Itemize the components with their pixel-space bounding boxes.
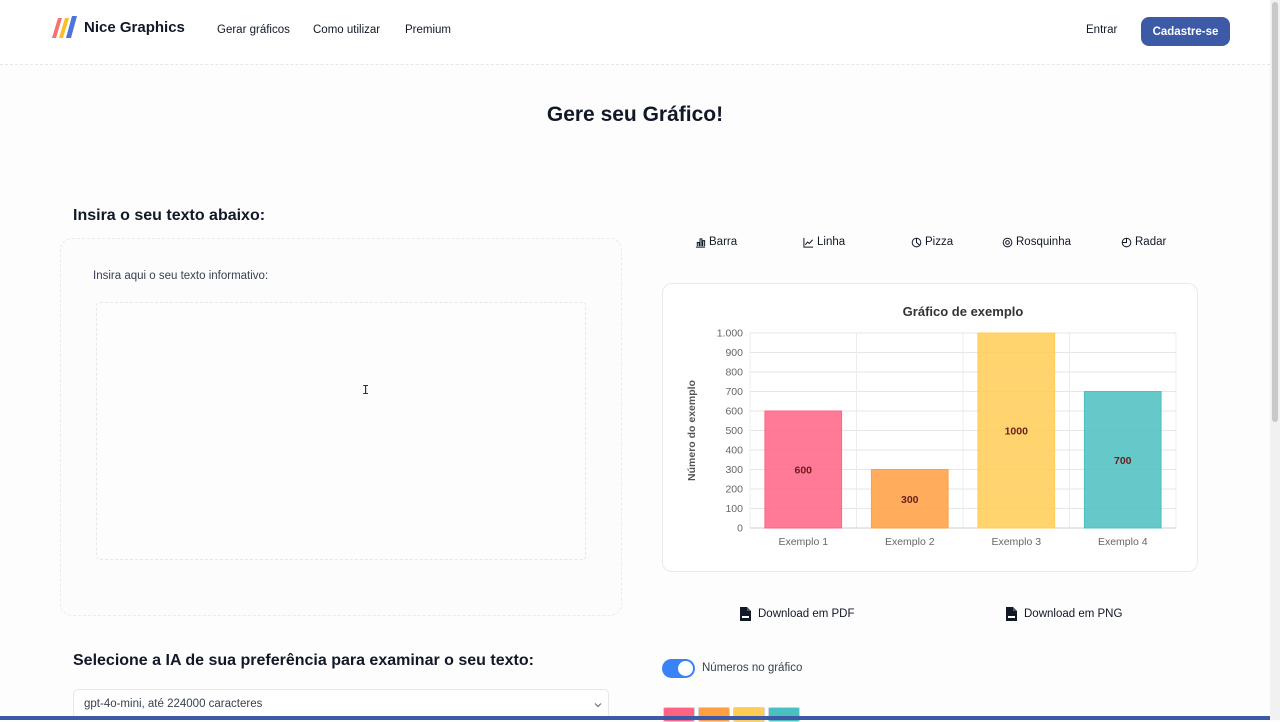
download-png-label: Download em PNG	[1024, 608, 1123, 620]
y-tick-label: 100	[725, 503, 743, 515]
tab-radar-label: Radar	[1135, 236, 1167, 248]
nav-link-premium[interactable]: Premium	[405, 24, 451, 36]
text-section-heading: Insira o seu texto abaixo:	[73, 207, 266, 224]
ai-section-heading: Selecione a IA de sua preferência para e…	[73, 652, 534, 669]
login-button[interactable]: Entrar	[1086, 24, 1117, 36]
pdf-file-icon	[740, 607, 751, 621]
chart-title: Gráfico de exemplo	[903, 304, 1024, 319]
chevron-down-icon	[594, 703, 602, 708]
bar-chart: Gráfico de exemplo Número do exemplo 0 100 2…	[686, 304, 1177, 548]
tab-pizza-label: Pizza	[925, 236, 954, 248]
tab-radar[interactable]: Radar	[1121, 236, 1166, 248]
bar-data-label: 300	[901, 494, 919, 506]
x-tick-label: Exemplo 3	[991, 536, 1041, 548]
tab-rosquinha[interactable]: Rosquinha	[1002, 236, 1071, 248]
bottom-accent-strip	[0, 716, 1270, 720]
y-tick-label: 900	[725, 347, 743, 359]
chart-card: Gráfico de exemplo Número do exemplo 0 100 2…	[662, 283, 1198, 572]
line-chart-icon	[803, 237, 814, 248]
download-pdf-label: Download em PDF	[758, 608, 855, 620]
donut-chart-icon	[1002, 237, 1013, 247]
pie-chart-icon	[911, 237, 922, 247]
nav-link-como-utilizar[interactable]: Como utilizar	[313, 24, 380, 36]
numbers-toggle-label: Números no gráfico	[702, 662, 803, 674]
scrollbar-thumb[interactable]	[1272, 2, 1278, 422]
ai-model-select[interactable]: gpt-4o-mini, até 224000 caracteres	[73, 689, 609, 719]
tab-linha-label: Linha	[817, 236, 846, 248]
y-tick-label: 600	[725, 406, 743, 418]
y-tick-label: 200	[725, 484, 743, 496]
y-axis-label: Número do exemplo	[686, 380, 698, 481]
ai-model-selected: gpt-4o-mini, até 224000 caracteres	[84, 698, 263, 710]
text-input-label: Insira aqui o seu texto informativo:	[93, 270, 269, 282]
bar-data-label: 1000	[1005, 426, 1029, 438]
y-tick-label: 400	[725, 445, 743, 457]
tab-barra-label: Barra	[709, 236, 738, 248]
tab-barra[interactable]: Barra	[695, 236, 737, 248]
text-input-card: Insira aqui o seu texto informativo:	[60, 238, 622, 616]
download-pdf-button[interactable]: Download em PDF	[740, 607, 855, 621]
nav-link-gerar-graficos[interactable]: Gerar gráficos	[217, 24, 290, 36]
logo-icon	[52, 16, 77, 38]
y-tick-label: 1.000	[717, 328, 743, 340]
page-title: Gere seu Gráfico!	[546, 103, 724, 126]
toggle-knob	[678, 661, 693, 676]
text-input-area[interactable]	[96, 302, 586, 560]
chart-type-tabs: Barra Linha Pizza Rosquinha Radar	[662, 236, 1196, 254]
radar-chart-icon	[1121, 237, 1132, 247]
bar-data-label: 700	[1114, 455, 1132, 467]
bar-chart-icon	[695, 237, 706, 248]
png-file-icon	[1006, 607, 1017, 621]
tab-linha[interactable]: Linha	[803, 236, 845, 248]
logo[interactable]: Nice Graphics	[50, 14, 185, 40]
brand-name: Nice Graphics	[84, 18, 185, 36]
text-cursor-icon: I	[362, 383, 370, 397]
y-tick-label: 800	[725, 367, 743, 379]
tab-rosquinha-label: Rosquinha	[1016, 236, 1071, 248]
y-tick-label: 700	[725, 386, 743, 398]
download-png-button[interactable]: Download em PNG	[1006, 607, 1122, 621]
x-tick-label: Exemplo 4	[1098, 536, 1148, 548]
page-scrollbar[interactable]	[1270, 0, 1280, 720]
numbers-toggle[interactable]	[662, 659, 695, 678]
signup-button[interactable]: Cadastre-se	[1141, 17, 1230, 46]
y-tick-label: 500	[725, 425, 743, 437]
y-tick-label: 300	[725, 464, 743, 476]
x-tick-label: Exemplo 2	[885, 536, 935, 548]
y-tick-label: 0	[737, 523, 743, 535]
bar-data-label: 600	[794, 465, 812, 477]
navbar: Nice Graphics Gerar gráficos Como utiliz…	[0, 0, 1270, 65]
tab-pizza[interactable]: Pizza	[911, 236, 953, 248]
x-tick-label: Exemplo 1	[778, 536, 828, 548]
